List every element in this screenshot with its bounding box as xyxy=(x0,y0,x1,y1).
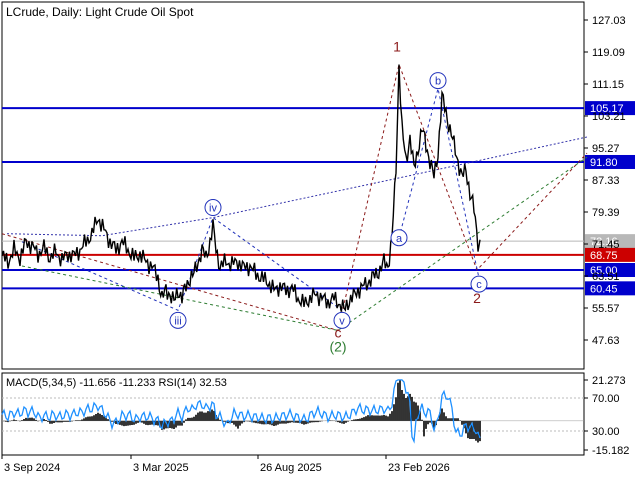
indicator-tick-label: -15.182 xyxy=(592,445,629,457)
indicator-series xyxy=(1,379,584,444)
horizontal-levels: 105.1791.8072.1668.7565.0060.45 xyxy=(2,101,635,296)
wave-label: iv xyxy=(209,203,217,215)
wave-lines xyxy=(1,62,588,332)
y-tick-label: 127.03 xyxy=(592,15,626,27)
y-tick-label: 111.15 xyxy=(592,79,624,91)
indicator-tick-label: 70.00 xyxy=(592,393,620,405)
x-tick-label: 3 Mar 2025 xyxy=(133,462,189,474)
wave-label: 2 xyxy=(473,290,481,306)
chart-root: LCrude, Daily: Light Crude Oil Spot MACD… xyxy=(0,0,640,480)
wave-label: b xyxy=(435,76,441,88)
level-tag-label: 91.80 xyxy=(590,157,618,169)
indicator-tick-label: 30.00 xyxy=(592,426,620,438)
main-panel-frame xyxy=(1,1,585,370)
x-axis: 3 Sep 2024 3 Mar 2025 26 Aug 2025 23 Feb 20… xyxy=(1,455,450,474)
y-tick-label: 103.21 xyxy=(592,111,626,123)
wave-label: a xyxy=(396,233,403,245)
wave-label: iii xyxy=(174,315,181,327)
indicator-tick-label: 21.273 xyxy=(592,375,626,387)
x-tick-label: 26 Aug 2025 xyxy=(260,462,322,474)
level-tag-label: 60.45 xyxy=(590,283,618,295)
chart-title: LCrude, Daily: Light Crude Oil Spot xyxy=(6,5,194,19)
y-tick-label: 79.39 xyxy=(592,207,620,219)
indicator-y-axis: 21.273 70.00 30.00 -15.182 xyxy=(584,375,629,457)
y-tick-label: 63.51 xyxy=(592,271,620,283)
x-tick-label: 3 Sep 2024 xyxy=(4,462,60,474)
indicator-label: MACD(5,34,5) -11.656 -11.233 RSI(14) 32.… xyxy=(6,377,227,389)
level-tag-label: 68.75 xyxy=(590,250,618,262)
price-line xyxy=(1,64,481,312)
price-series xyxy=(1,64,481,312)
y-tick-label: 55.57 xyxy=(592,303,620,315)
wave-label: 1 xyxy=(393,38,401,54)
x-tick-label: 23 Feb 2026 xyxy=(388,462,450,474)
wave-line xyxy=(1,62,588,332)
y-tick-label: 119.09 xyxy=(592,47,625,59)
y-tick-label: 71.45 xyxy=(592,239,620,251)
wave-labels: iviii vc(2)1bac2 xyxy=(169,38,488,355)
y-axis: 127.03 119.09 111.15 103.21 95.27 87.33 79.39 7… xyxy=(584,15,626,347)
chart-svg: LCrude, Daily: Light Crude Oil Spot MACD… xyxy=(1,1,635,474)
wave-label: (2) xyxy=(329,339,346,355)
y-tick-label: 87.33 xyxy=(592,175,620,187)
y-tick-label: 47.63 xyxy=(592,335,620,347)
y-tick-label: 95.27 xyxy=(592,143,620,155)
